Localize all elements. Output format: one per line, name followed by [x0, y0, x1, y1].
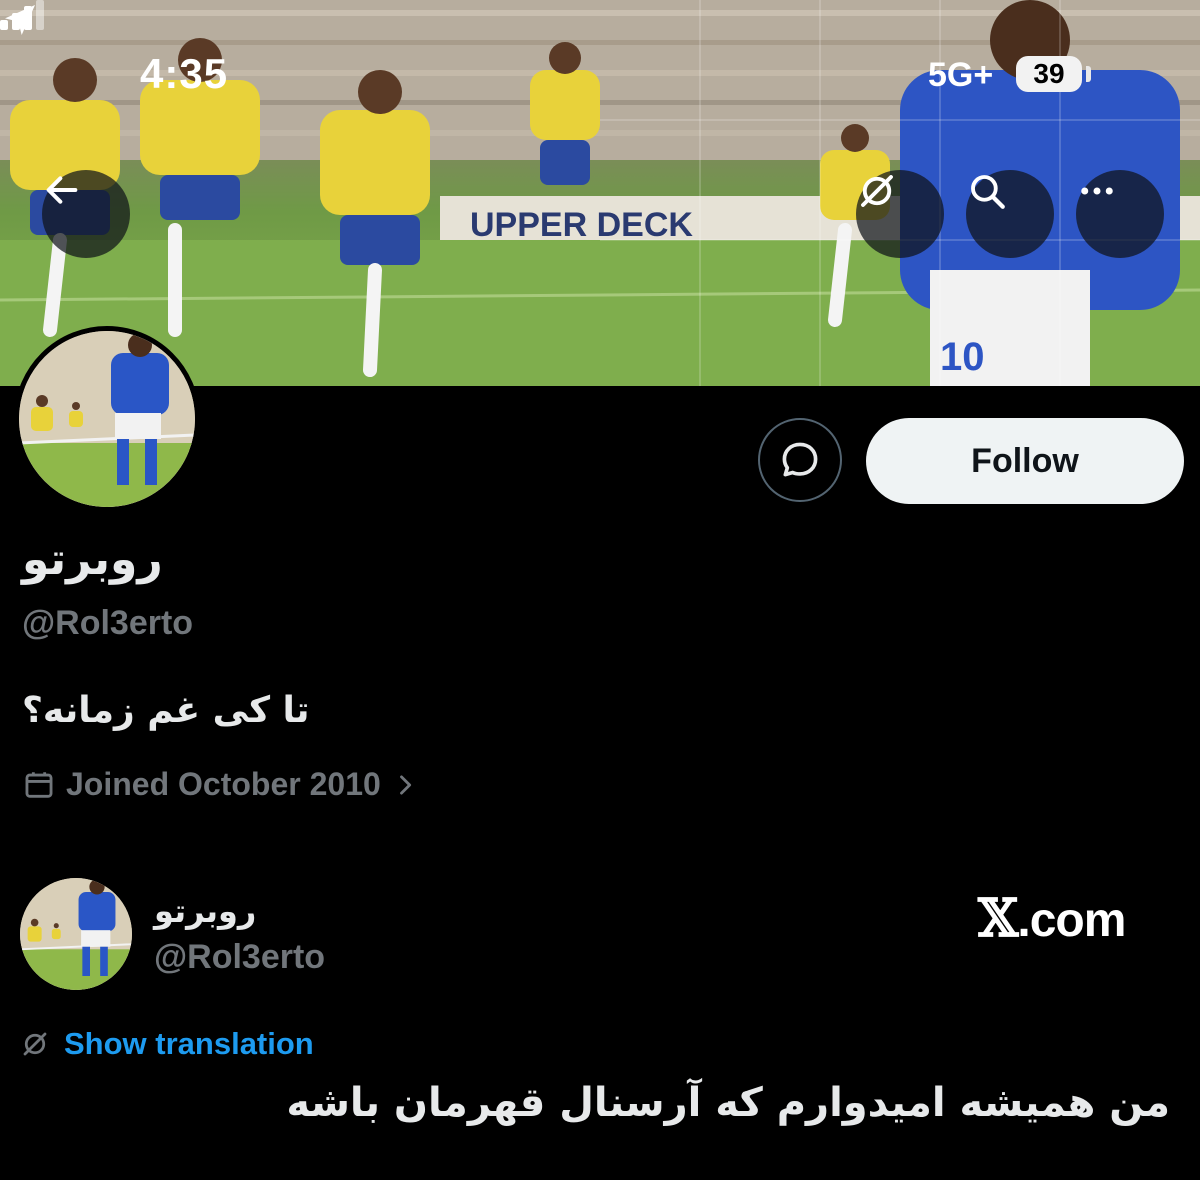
x-logo: 𝕏 [978, 888, 1018, 949]
translate-toggle-button[interactable] [856, 170, 944, 258]
tweet-author-name[interactable]: روبرتو [154, 892, 256, 930]
battery-level: 39 [1016, 56, 1082, 92]
tweet-author-avatar[interactable] [20, 878, 132, 990]
search-icon [971, 175, 1005, 209]
back-button[interactable] [42, 170, 130, 258]
show-translation-label[interactable]: Show translation [64, 1026, 314, 1062]
profile-banner: UPPER DECK 10 4:35 5G+ 39 [0, 0, 1200, 386]
calendar-icon [25, 771, 53, 798]
profile-avatar[interactable] [14, 326, 200, 512]
tweet-text: من همیشه امیدوارم که آرسنال قهرمان باشه [286, 1080, 1170, 1126]
x-com-watermark: 𝕏.com [978, 888, 1126, 949]
signal-icon [0, 0, 44, 30]
translate-slash-icon [23, 1032, 47, 1056]
arrow-left-icon [46, 176, 78, 204]
more-button[interactable] [1076, 170, 1164, 258]
show-translation-link[interactable]: Show translation [20, 1026, 314, 1062]
joined-date-row[interactable]: Joined October 2010 [22, 766, 419, 803]
message-button[interactable] [758, 418, 842, 502]
follow-button[interactable]: Follow [866, 418, 1184, 504]
battery-tip [1086, 66, 1091, 82]
translate-slash-icon [861, 175, 893, 207]
network-type: 5G+ [928, 56, 994, 94]
profile-handle: @Rol3erto [22, 604, 194, 642]
search-button[interactable] [966, 170, 1054, 258]
svg-text:10: 10 [940, 335, 985, 379]
watermark-domain: .com [1017, 894, 1126, 947]
profile-display-name: روبرتو [22, 534, 163, 585]
chevron-right-icon [399, 774, 411, 795]
more-horizontal-icon [1081, 187, 1113, 195]
joined-date-text: Joined October 2010 [66, 766, 381, 802]
avatar-illustration [19, 331, 195, 507]
ad-board-text: UPPER DECK [470, 206, 693, 244]
tweet-author-handle[interactable]: @Rol3erto [154, 938, 325, 977]
avatar-illustration [20, 878, 132, 990]
message-icon [782, 442, 818, 477]
status-time: 4:35 [140, 50, 229, 97]
profile-bio: تا کی غم زمانه؟ [22, 690, 310, 731]
